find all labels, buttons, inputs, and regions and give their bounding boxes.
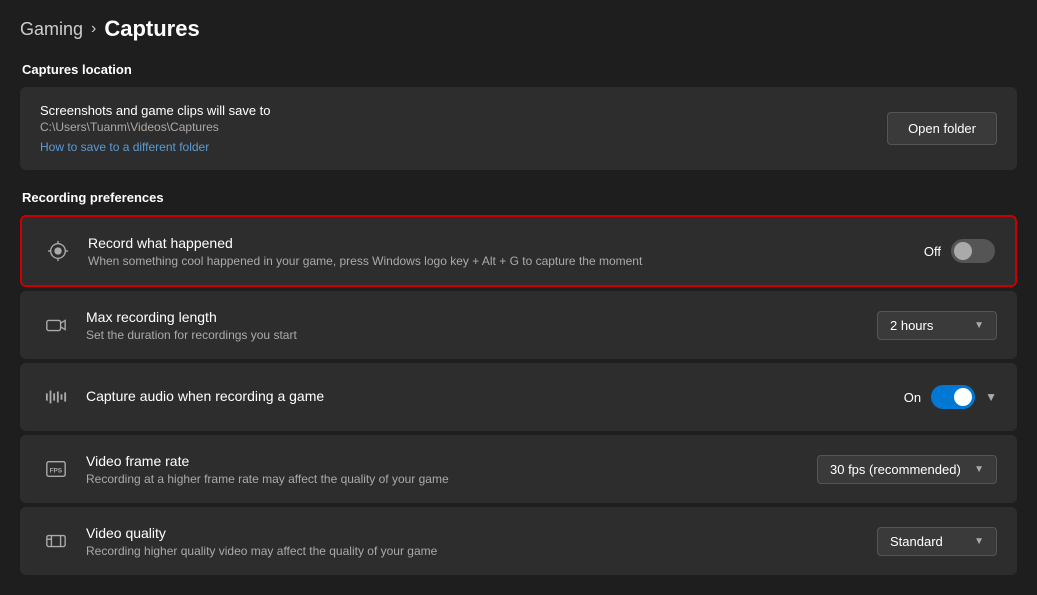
svg-text:FPS: FPS bbox=[50, 468, 63, 475]
record-icon bbox=[42, 235, 74, 267]
max-recording-description: Set the duration for recordings you star… bbox=[86, 328, 297, 342]
camera-icon bbox=[40, 309, 72, 341]
capture-audio-toggle-label: On bbox=[904, 390, 921, 405]
record-svg bbox=[47, 240, 69, 262]
capture-audio-expand[interactable]: ▼ bbox=[985, 390, 997, 404]
record-toggle-label: Off bbox=[924, 244, 941, 259]
video-frame-rate-value: 30 fps (recommended) bbox=[830, 462, 961, 477]
record-what-happened-row: Record what happened When something cool… bbox=[22, 217, 1015, 285]
video-quality-description: Recording higher quality video may affec… bbox=[86, 544, 437, 558]
captures-location-card: Screenshots and game clips will save to … bbox=[20, 87, 1017, 170]
audio-svg bbox=[45, 386, 67, 408]
capture-audio-text: Capture audio when recording a game bbox=[86, 388, 324, 407]
camera-svg bbox=[45, 314, 67, 336]
max-recording-length-row: Max recording length Set the duration fo… bbox=[20, 291, 1017, 359]
video-frame-rate-text: Video frame rate Recording at a higher f… bbox=[86, 453, 449, 486]
captures-location-title: Captures location bbox=[20, 62, 1017, 77]
max-recording-text: Max recording length Set the duration fo… bbox=[86, 309, 297, 342]
capture-audio-left: Capture audio when recording a game bbox=[40, 381, 904, 413]
recording-preferences-title: Recording preferences bbox=[20, 190, 1017, 205]
capture-audio-row: Capture audio when recording a game On ▼ bbox=[20, 363, 1017, 431]
captures-location-text: Screenshots and game clips will save to … bbox=[40, 103, 271, 154]
fps-icon: FPS bbox=[40, 453, 72, 485]
video-quality-dropdown[interactable]: Standard ▼ bbox=[877, 527, 997, 556]
video-quality-value: Standard bbox=[890, 534, 943, 549]
record-title: Record what happened bbox=[88, 235, 642, 251]
video-frame-rate-left: FPS Video frame rate Recording at a high… bbox=[40, 453, 817, 486]
video-quality-row: Video quality Recording higher quality v… bbox=[20, 507, 1017, 575]
max-recording-arrow: ▼ bbox=[974, 320, 984, 331]
page-container: Gaming › Captures Captures location Scre… bbox=[0, 0, 1037, 595]
breadcrumb-separator: › bbox=[91, 20, 96, 38]
video-frame-rate-arrow: ▼ bbox=[974, 464, 984, 475]
video-quality-text: Video quality Recording higher quality v… bbox=[86, 525, 437, 558]
record-text: Record what happened When something cool… bbox=[88, 235, 642, 268]
video-quality-title: Video quality bbox=[86, 525, 437, 541]
max-recording-value: 2 hours bbox=[890, 318, 933, 333]
captures-link[interactable]: How to save to a different folder bbox=[40, 140, 209, 154]
video-quality-arrow: ▼ bbox=[974, 536, 984, 547]
video-quality-right: Standard ▼ bbox=[877, 527, 997, 556]
quality-icon bbox=[40, 525, 72, 557]
video-frame-rate-dropdown[interactable]: 30 fps (recommended) ▼ bbox=[817, 455, 997, 484]
capture-audio-toggle-slider bbox=[931, 385, 975, 409]
open-folder-button[interactable]: Open folder bbox=[887, 112, 997, 145]
max-recording-dropdown[interactable]: 2 hours ▼ bbox=[877, 311, 997, 340]
video-frame-rate-right: 30 fps (recommended) ▼ bbox=[817, 455, 997, 484]
recording-preferences-section: Recording preferences bbox=[20, 190, 1017, 575]
fps-svg: FPS bbox=[45, 458, 67, 480]
record-description: When something cool happened in your gam… bbox=[88, 254, 642, 268]
captures-path: C:\Users\Tuanm\Videos\Captures bbox=[40, 120, 271, 134]
video-frame-rate-row: FPS Video frame rate Recording at a high… bbox=[20, 435, 1017, 503]
record-toggle[interactable] bbox=[951, 239, 995, 263]
capture-audio-title: Capture audio when recording a game bbox=[86, 388, 324, 404]
breadcrumb: Gaming › Captures bbox=[20, 16, 1017, 42]
max-recording-right: 2 hours ▼ bbox=[877, 311, 997, 340]
capture-audio-toggle[interactable] bbox=[931, 385, 975, 409]
audio-icon bbox=[40, 381, 72, 413]
video-frame-rate-title: Video frame rate bbox=[86, 453, 449, 469]
captures-main-text: Screenshots and game clips will save to bbox=[40, 103, 271, 118]
breadcrumb-current: Captures bbox=[104, 16, 199, 42]
quality-svg bbox=[45, 530, 67, 552]
capture-audio-right: On ▼ bbox=[904, 385, 997, 409]
record-left: Record what happened When something cool… bbox=[42, 235, 924, 268]
max-recording-title: Max recording length bbox=[86, 309, 297, 325]
video-quality-left: Video quality Recording higher quality v… bbox=[40, 525, 877, 558]
record-toggle-slider bbox=[951, 239, 995, 263]
video-frame-rate-description: Recording at a higher frame rate may aff… bbox=[86, 472, 449, 486]
breadcrumb-parent: Gaming bbox=[20, 19, 83, 40]
record-what-happened-wrapper: Record what happened When something cool… bbox=[20, 215, 1017, 287]
record-right: Off bbox=[924, 239, 995, 263]
max-recording-left: Max recording length Set the duration fo… bbox=[40, 309, 877, 342]
